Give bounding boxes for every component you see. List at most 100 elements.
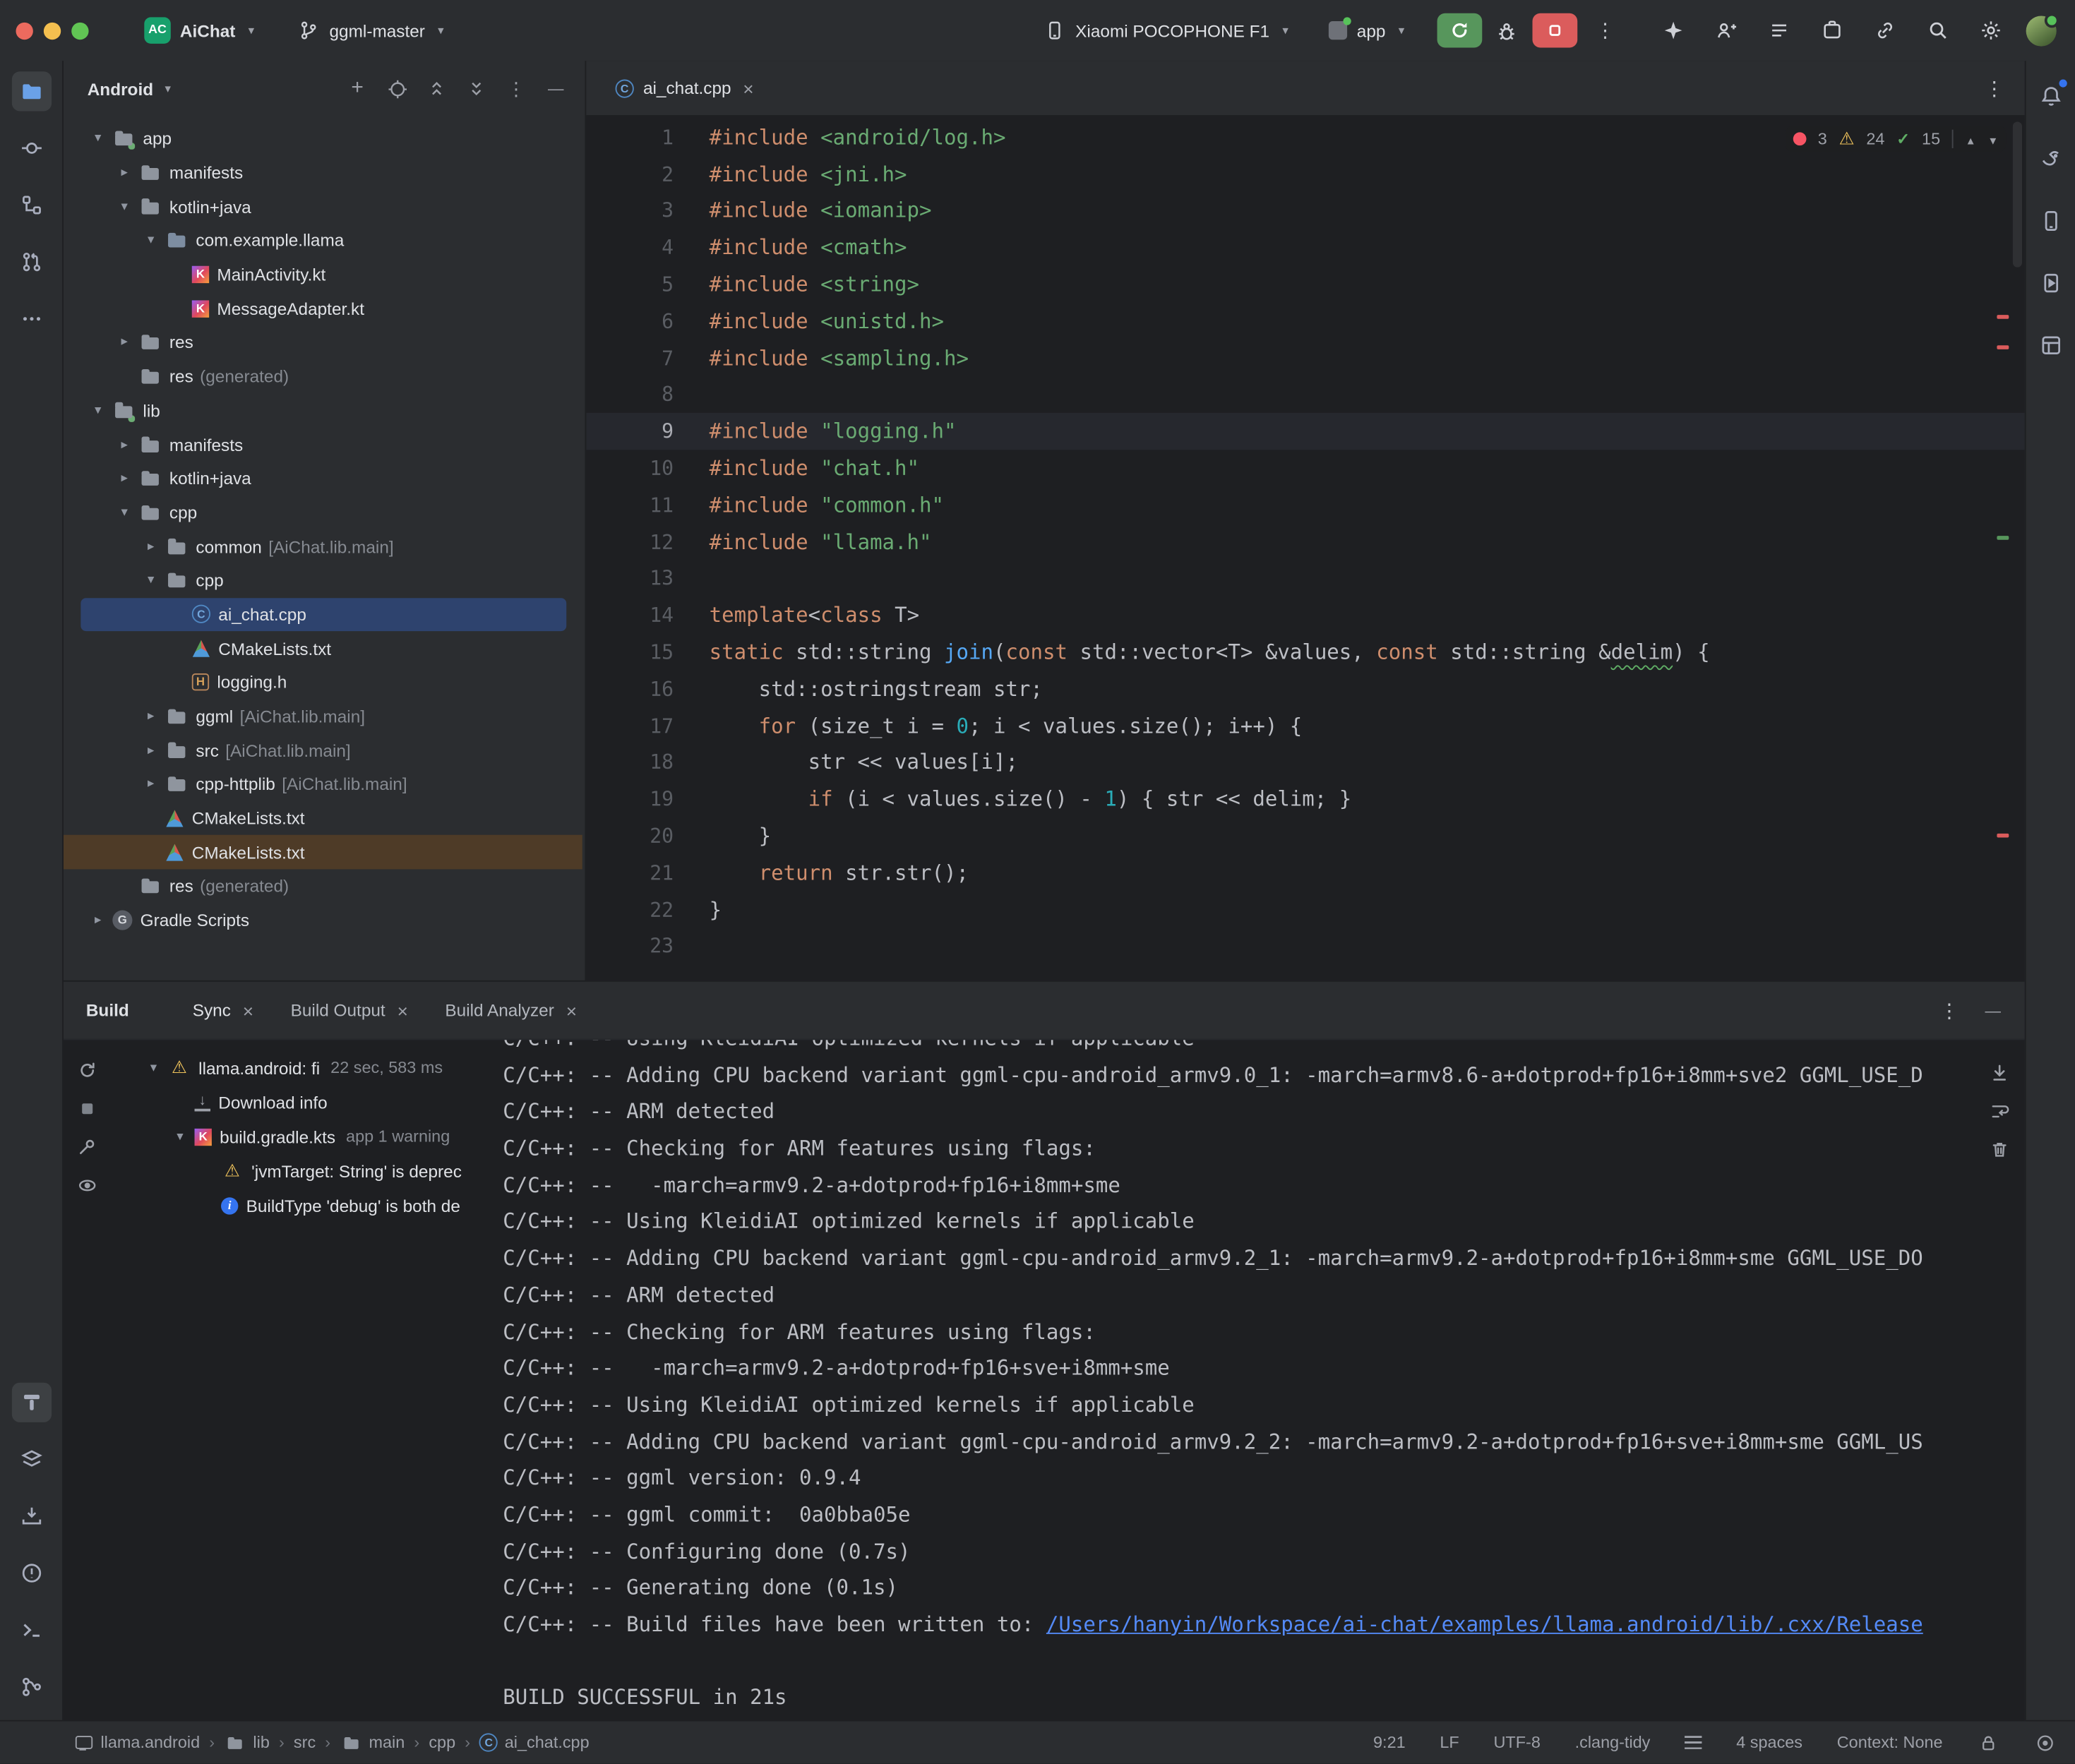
code-line-3[interactable]: 3#include <iomanip> <box>586 193 2024 229</box>
stop-process-icon[interactable] <box>76 1097 99 1120</box>
link-icon[interactable] <box>1874 19 1896 42</box>
hide-panel-button[interactable] <box>540 73 572 104</box>
tree-item-src[interactable]: ▸src[AiChat.lib.main] <box>64 733 585 767</box>
previous-problem-icon[interactable] <box>1966 130 1976 148</box>
tree-item-messageadapter-kt[interactable]: MessageAdapter.kt <box>64 292 585 325</box>
error-stripe-mark[interactable] <box>1997 345 2009 349</box>
code-line-17[interactable]: 17 for (size_t i = 0; i < values.size();… <box>586 707 2024 744</box>
chevron-right-icon[interactable]: ▸ <box>88 913 109 928</box>
app-inspection-tool-button[interactable] <box>2031 325 2070 365</box>
chevron-right-icon[interactable]: ▸ <box>140 539 162 554</box>
code-line-6[interactable]: 6#include <unistd.h> <box>586 303 2024 340</box>
code-line-18[interactable]: 18 str << values[i]; <box>586 744 2024 781</box>
soft-wrap-icon[interactable] <box>1988 1100 2011 1122</box>
code-line-19[interactable]: 19 if (i < values.size() - 1) { str << d… <box>586 781 2024 818</box>
code-line-21[interactable]: 21 return str.str(); <box>586 855 2024 892</box>
debug-button[interactable] <box>1488 12 1524 49</box>
minimize-window-button[interactable] <box>44 22 61 39</box>
chevron-right-icon[interactable]: ▸ <box>114 335 135 350</box>
build-tree-item-jvmtarget-string-is-deprec[interactable]: 'jvmTarget: String' is deprec <box>111 1153 497 1188</box>
build-tree-item-download-info[interactable]: Download info <box>111 1085 497 1120</box>
status-widget-utf-8[interactable]: UTF-8 <box>1493 1733 1540 1751</box>
chevron-down-icon[interactable]: ▾ <box>140 573 162 588</box>
code-line-2[interactable]: 2#include <jni.h> <box>586 156 2024 193</box>
status-widget-context-none[interactable]: Context: None <box>1837 1733 1943 1751</box>
code-line-20[interactable]: 20 } <box>586 818 2024 855</box>
ai-assistant-icon[interactable] <box>1662 19 1685 42</box>
tree-item-res[interactable]: ▸res <box>64 325 585 359</box>
tree-item-cpp[interactable]: ▾cpp <box>64 563 585 597</box>
chevron-down-icon[interactable]: ▾ <box>88 131 109 146</box>
code-line-11[interactable]: 11#include "common.h" <box>586 487 2024 524</box>
breadcrumb-lib[interactable]: lib <box>224 1732 270 1754</box>
zoom-window-button[interactable] <box>71 22 88 39</box>
code-line-14[interactable]: 14template<class T> <box>586 597 2024 634</box>
editor-scrollbar[interactable] <box>2013 121 2022 267</box>
tree-item-kotlin-java[interactable]: ▾kotlin+java <box>64 190 585 224</box>
breadcrumb-main[interactable]: main <box>340 1732 405 1754</box>
build-variants-tool-button[interactable] <box>11 1439 51 1479</box>
device-manager-tool-button[interactable] <box>2031 201 2070 241</box>
code-line-23[interactable]: 23 <box>586 928 2024 965</box>
build-tree-item-build-gradle-kts[interactable]: ▾build.gradle.ktsapp 1 warning <box>111 1120 497 1154</box>
breadcrumb-ai-chat-cpp[interactable]: ai_chat.cpp <box>479 1733 589 1751</box>
chevron-right-icon[interactable]: ▸ <box>140 777 162 792</box>
tree-item-cmakelists-txt[interactable]: CMakeLists.txt <box>64 801 585 835</box>
expand-all-button[interactable] <box>421 73 453 104</box>
settings-icon[interactable] <box>1980 19 2002 42</box>
next-problem-icon[interactable] <box>1987 130 1998 148</box>
editor-options-icon[interactable] <box>1980 76 2009 100</box>
status-widget-lf[interactable]: LF <box>1440 1733 1459 1751</box>
chevron-right-icon[interactable]: ▸ <box>114 472 135 486</box>
run-configuration-selector[interactable]: app <box>1318 16 1418 46</box>
more-run-options-icon[interactable] <box>1591 18 1620 42</box>
code-line-10[interactable]: 10#include "chat.h" <box>586 450 2024 487</box>
clear-console-icon[interactable] <box>1988 1138 2011 1160</box>
version-control-tool-button[interactable] <box>11 1667 51 1707</box>
locate-file-button[interactable] <box>381 73 413 104</box>
vcs-stripe-mark[interactable] <box>1997 536 2009 540</box>
write-access-lock-icon[interactable] <box>1977 1732 1999 1754</box>
build-console[interactable]: C/C++: -- Using KleidiAI optimized kerne… <box>498 1040 1975 1720</box>
chevron-right-icon[interactable]: ▸ <box>114 438 135 452</box>
tree-item-manifests[interactable]: ▸manifests <box>64 428 585 462</box>
notifications-button[interactable] <box>2031 77 2070 116</box>
more-tool-windows-button[interactable] <box>11 299 51 339</box>
tree-item-logging-h[interactable]: logging.h <box>64 666 585 700</box>
build-tool-button[interactable] <box>11 1383 51 1422</box>
profile-avatar[interactable] <box>2026 16 2057 46</box>
code-line-22[interactable]: 22} <box>586 892 2024 928</box>
tree-item-cmakelists-txt[interactable]: CMakeLists.txt <box>64 632 585 666</box>
breadcrumb-src[interactable]: src <box>294 1733 316 1751</box>
running-devices-tool-button[interactable] <box>2031 263 2070 303</box>
project-tool-button[interactable] <box>11 71 51 111</box>
project-widget[interactable]: AC AiChat <box>133 12 268 49</box>
inspections-widget[interactable]: 3 24 15 <box>1785 126 2007 152</box>
close-tab-icon[interactable] <box>741 78 756 99</box>
minimize-build-panel-button[interactable] <box>1977 995 2009 1026</box>
tree-item-gradle-scripts[interactable]: ▸Gradle Scripts <box>64 904 585 937</box>
tree-item-cmakelists-txt[interactable]: CMakeLists.txt <box>64 836 585 870</box>
close-tab-icon[interactable]: × <box>397 1000 408 1021</box>
code-line-8[interactable]: 8 <box>586 376 2024 413</box>
error-stripe-mark[interactable] <box>1997 315 2009 319</box>
tree-item-cpp-httplib[interactable]: ▸cpp-httplib[AiChat.lib.main] <box>64 767 585 801</box>
collapse-all-button[interactable] <box>460 73 492 104</box>
stop-button[interactable] <box>1533 13 1578 48</box>
code-line-12[interactable]: 12#include "llama.h" <box>586 524 2024 560</box>
chevron-down-icon[interactable]: ▾ <box>88 403 109 418</box>
project-panel-options-icon[interactable] <box>501 73 532 104</box>
chevron-right-icon[interactable]: ▸ <box>140 743 162 758</box>
todo-list-icon[interactable] <box>1768 19 1790 42</box>
tree-item-ai-chat-cpp[interactable]: ai_chat.cpp <box>64 598 585 632</box>
error-stripe-mark[interactable] <box>1997 834 2009 838</box>
code-editor[interactable]: 1#include <android/log.h>2#include <jni.… <box>586 116 2024 980</box>
tree-item-res[interactable]: res(generated) <box>64 359 585 393</box>
search-everywhere-icon[interactable] <box>1927 19 1949 42</box>
tree-item-mainactivity-kt[interactable]: MainActivity.kt <box>64 258 585 292</box>
commit-tool-button[interactable] <box>11 128 51 168</box>
breadcrumb-llama-android[interactable]: llama.android <box>71 1732 200 1754</box>
tree-item-res[interactable]: res(generated) <box>64 870 585 904</box>
chevron-down-icon[interactable]: ▾ <box>143 1060 164 1075</box>
tab-sync[interactable]: Sync× <box>174 982 272 1039</box>
